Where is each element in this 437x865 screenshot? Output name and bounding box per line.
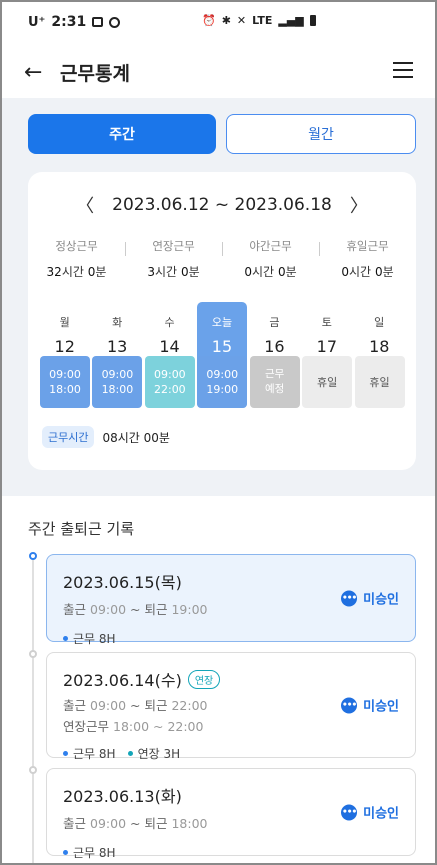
day-slot: 09:00 18:00	[40, 356, 90, 408]
approval-status: ••• 미승인	[341, 589, 399, 608]
more-dots-icon: •••	[341, 804, 357, 820]
day-fri[interactable]: 금 16 근무 예정	[249, 302, 300, 408]
page-title: 근무통계	[60, 62, 130, 85]
signal-icon: ▂▄▆	[278, 14, 304, 27]
record-date: 2023.06.14(수) 연장	[63, 667, 399, 691]
day-tue[interactable]: 화 13 09:00 18:00	[92, 302, 143, 408]
record-tags: 근무 8H 연장 3H	[63, 745, 399, 762]
day-today[interactable]: 오늘 15 09:00 19:00	[197, 302, 248, 408]
alarm-icon: ⏰	[202, 14, 216, 27]
day-slot: 09:00 18:00	[92, 356, 143, 408]
prev-week-chevron-icon[interactable]: 〈	[76, 192, 94, 218]
timeline-dot	[29, 552, 37, 560]
record-item[interactable]: 2023.06.15(목) 출근 09:00 ~ 퇴근 19:00 근무 8H …	[46, 554, 416, 646]
week-days: 월 12 09:00 18:00 화 13 09:00 18:00 수 14 09:…	[40, 302, 405, 408]
week-range: 2023.06.12 ~ 2023.06.18	[112, 195, 332, 215]
work-time-badge: 근무시간	[42, 426, 95, 448]
week-range-nav: 〈 2023.06.12 ~ 2023.06.18 〉	[28, 192, 416, 218]
approval-status: ••• 미승인	[341, 696, 399, 715]
bluetooth-icon: ✱	[221, 14, 231, 27]
day-slot: 09:00 19:00	[197, 356, 248, 408]
more-dots-icon: •••	[341, 590, 357, 606]
day-wed[interactable]: 수 14 09:00 22:00	[144, 302, 195, 408]
work-summary: 정상근무 32시간 0분 연장근무 3시간 0분 야간근무 0시간 0분 휴일근…	[28, 238, 416, 280]
day-slot: 09:00 22:00	[144, 356, 195, 408]
work-time-value: 08시간 00분	[102, 430, 170, 445]
summary-extension: 연장근무 3시간 0분	[125, 238, 222, 280]
app-notification-icon	[109, 16, 121, 28]
day-sun[interactable]: 일 18 휴일	[354, 302, 405, 408]
day-slot: 근무 예정	[249, 356, 300, 408]
record-tags: 근무 8H	[63, 844, 399, 861]
record-item[interactable]: 2023.06.13(화) 출근 09:00 ~ 퇴근 18:00 근무 8H …	[46, 768, 416, 860]
weekly-card: 〈 2023.06.12 ~ 2023.06.18 〉 정상근무 32시간 0분…	[28, 172, 416, 470]
app-header: ← 근무통계	[2, 46, 435, 98]
back-arrow-icon[interactable]: ←	[24, 60, 54, 85]
summary-regular: 정상근무 32시간 0분	[46, 239, 107, 279]
more-dots-icon: •••	[341, 697, 357, 713]
period-tabs: 주간 월간	[28, 114, 416, 154]
mute-icon: ✕	[236, 14, 247, 27]
extension-badge: 연장	[187, 669, 221, 689]
records-title: 주간 출퇴근 기록	[28, 520, 135, 538]
work-dot-icon	[63, 751, 68, 756]
hamburger-menu-icon[interactable]	[393, 62, 413, 80]
lte-label: LTE	[252, 14, 273, 27]
work-dot-icon	[63, 636, 68, 641]
carrier: U⁺	[28, 14, 46, 30]
record-item[interactable]: 2023.06.14(수) 연장 출근 09:00 ~ 퇴근 22:00 연장근무…	[46, 652, 416, 761]
summary-night: 야간근무 0시간 0분	[222, 238, 319, 280]
timeline-line	[32, 558, 34, 863]
status-bar: U⁺ 2:31 ⏰ ✱ ✕ LTE ▂▄▆	[2, 2, 435, 42]
tab-monthly[interactable]: 월간	[226, 114, 416, 154]
stats-panel: 주간 월간 〈 2023.06.12 ~ 2023.06.18 〉 정상근무 3…	[2, 98, 435, 496]
timeline-dot	[29, 766, 37, 774]
status-time: 2:31	[51, 14, 87, 30]
record-tags: 근무 8H	[63, 630, 399, 647]
timeline-dot	[29, 650, 37, 658]
record-overtime: 연장근무 18:00 ~ 22:00	[63, 719, 204, 734]
approval-status: ••• 미승인	[341, 803, 399, 822]
day-sat[interactable]: 토 17 휴일	[302, 302, 353, 408]
app-frame: U⁺ 2:31 ⏰ ✱ ✕ LTE ▂▄▆ ← 근무통계 주간 월간 〈 202…	[0, 0, 437, 865]
battery-icon	[309, 15, 316, 26]
selected-work-time: 근무시간 08시간 00분	[42, 426, 170, 448]
day-slot: 휴일	[354, 356, 405, 408]
next-week-chevron-icon[interactable]: 〉	[350, 192, 368, 218]
extension-dot-icon	[127, 751, 133, 756]
summary-holiday: 휴일근무 0시간 0분	[319, 238, 416, 280]
day-slot: 휴일	[302, 356, 353, 408]
gallery-icon	[92, 17, 104, 27]
work-dot-icon	[63, 850, 68, 855]
day-mon[interactable]: 월 12 09:00 18:00	[40, 302, 90, 408]
tab-weekly[interactable]: 주간	[28, 114, 216, 154]
